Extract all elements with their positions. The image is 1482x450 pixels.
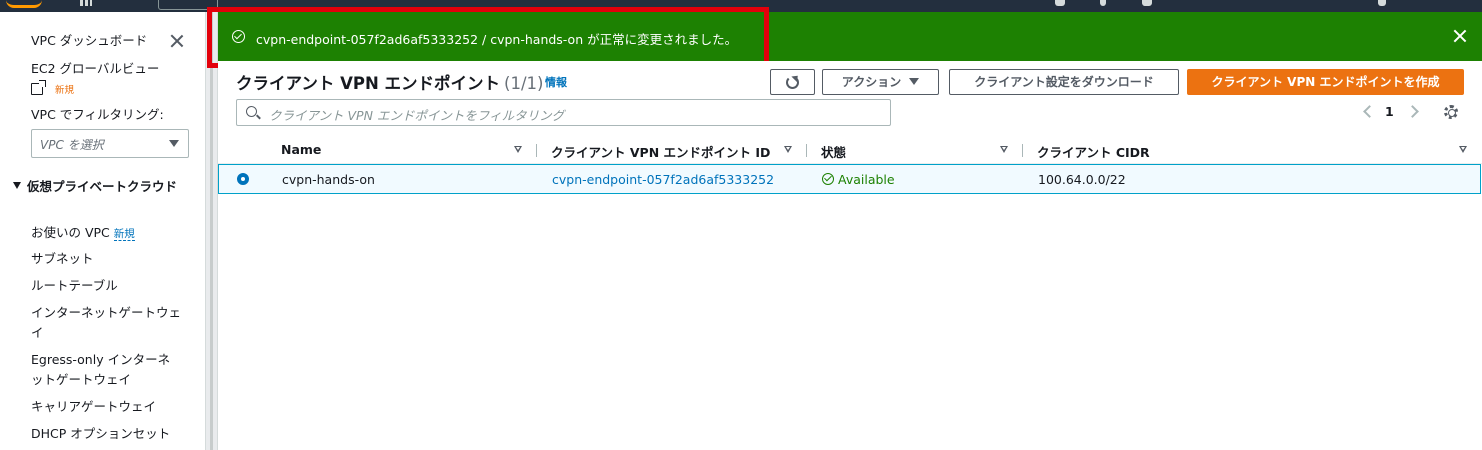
settings-icon[interactable] [1378,0,1386,6]
filter-input[interactable]: クライアント VPN エンドポイントをフィルタリング [236,99,891,126]
nav-dhcp-option-sets[interactable]: DHCP オプションセット [31,424,170,444]
caret-down-icon [169,140,179,147]
nav-resize-handle[interactable] [205,12,218,450]
info-link[interactable]: 情報 [545,74,567,90]
search-icon [246,106,257,117]
vpc-select-placeholder: VPC を選択 [40,138,104,152]
table-row[interactable]: cvpn-hands-on cvpn-endpoint-057f2ad6af53… [218,164,1481,194]
nav-ec2-global-view[interactable]: EC2 グローバルビュー [31,59,159,79]
sort-caret-icon[interactable] [784,146,792,153]
vpc-filter-label: VPC でフィルタリング: [31,107,164,122]
row-select-radio[interactable] [237,173,249,185]
sort-caret-icon[interactable] [514,146,522,153]
close-nav-icon[interactable] [168,32,186,50]
help-icon[interactable] [1142,0,1152,6]
column-header-name[interactable]: Name [281,142,321,157]
pagination-page[interactable]: 1 [1385,104,1394,119]
actions-button[interactable]: アクション [822,69,939,95]
cell-status: Available [822,172,895,187]
nav-route-tables[interactable]: ルートテーブル [31,276,118,296]
page-title: クライアント VPN エンドポイント (1/1) [236,70,543,94]
column-divider[interactable] [536,144,537,157]
column-divider[interactable] [1022,144,1023,157]
filter-placeholder: クライアント VPN エンドポイントをフィルタリング [269,108,565,123]
new-badge[interactable]: 新規 [113,228,135,241]
new-badge: 新規 [55,85,75,96]
notifications-icon[interactable] [1100,0,1106,6]
column-header-client-cidr[interactable]: クライアント CIDR [1037,142,1150,161]
aws-logo-icon[interactable] [6,0,42,8]
nav-section-virtual-private-cloud[interactable]: 仮想プライベートクラウド [13,177,183,197]
status-text: Available [838,172,895,187]
nav-egress-only-gateways[interactable]: Egress-only インターネットゲートウェイ [31,350,176,390]
annotation-highlight-box [207,7,769,68]
left-navigation: VPC ダッシュボード EC2 グローバルビュー 新規 VPC でフィルタリング… [0,12,205,450]
pagination-prev-icon[interactable] [1363,105,1376,118]
column-header-endpoint-id[interactable]: クライアント VPN エンドポイント ID [551,142,770,161]
main-panel: クライアント VPN エンドポイント (1/1) 情報 アクション クライアント設… [218,61,1482,450]
gear-icon[interactable] [1444,105,1458,119]
refresh-button[interactable] [770,69,815,95]
table-header: Name クライアント VPN エンドポイント ID 状態 クライアント CID… [218,136,1482,164]
vpc-select-dropdown[interactable]: VPC を選択 [31,129,189,158]
column-divider[interactable] [806,144,807,157]
actions-label: アクション [841,75,902,89]
caret-down-icon [909,78,920,85]
pagination-next-icon[interactable] [1406,105,1419,118]
status-check-icon [822,173,834,185]
nav-vpc-dashboard[interactable]: VPC ダッシュボード [31,31,147,51]
nav-internet-gateways[interactable]: インターネットゲートウェイ [31,303,181,343]
external-link-icon [31,80,46,95]
nav-your-vpcs[interactable]: お使いの VPC 新規 [31,223,135,244]
sort-caret-icon[interactable] [1000,146,1008,153]
sort-caret-icon[interactable] [1459,146,1467,153]
column-header-status[interactable]: 状態 [821,142,846,161]
cell-name: cvpn-hands-on [282,172,375,187]
selection-count: (1/1) [504,74,544,93]
services-grid-icon[interactable] [80,0,92,6]
title-text: クライアント VPN エンドポイント [236,74,501,93]
download-client-config-button[interactable]: クライアント設定をダウンロード [949,69,1179,95]
cell-client-cidr: 100.64.0.0/22 [1038,172,1126,187]
nav-carrier-gateways[interactable]: キャリアゲートウェイ [31,397,156,417]
nav-label: お使いの VPC [31,225,110,240]
cell-endpoint-id-link[interactable]: cvpn-endpoint-057f2ad6af5333252 [552,172,774,187]
caret-down-icon [13,182,21,189]
create-client-vpn-endpoint-button[interactable]: クライアント VPN エンドポイントを作成 [1187,69,1464,95]
close-icon[interactable] [1452,28,1468,44]
section-label: 仮想プライベートクラウド [27,179,178,194]
refresh-icon [786,76,799,89]
nav-subnets[interactable]: サブネット [31,249,94,269]
cloudshell-icon[interactable] [1055,0,1065,6]
